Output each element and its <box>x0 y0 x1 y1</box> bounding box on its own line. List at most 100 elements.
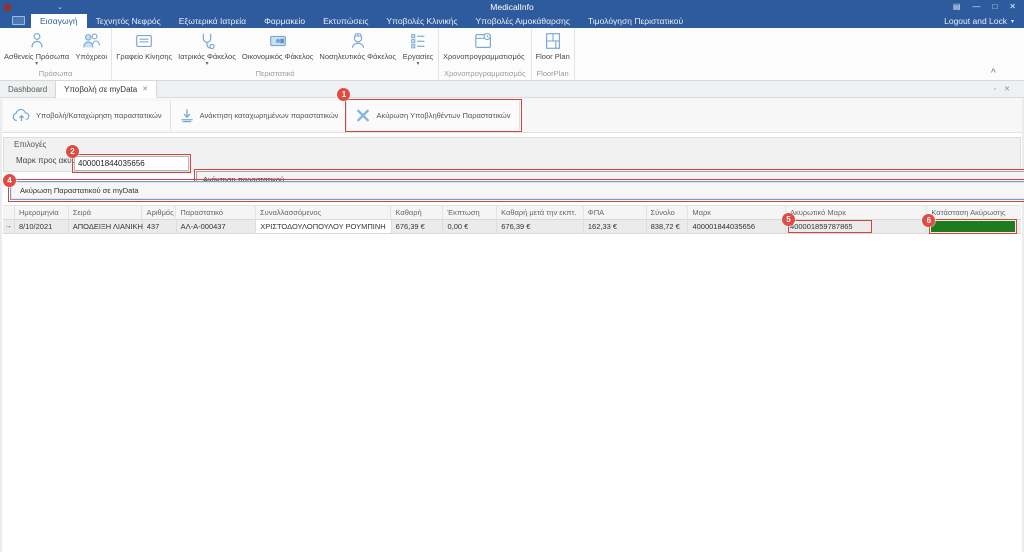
column-header[interactable]: Αριθμός <box>142 205 176 220</box>
content-area: Υποβολή/Καταχώρηση παραστατικών Ανάκτηση… <box>0 98 1024 552</box>
column-header[interactable]: ΦΠΑ <box>584 205 647 220</box>
tab-ypovoli-se-mydata[interactable]: Υποβολή σε myData ✕ <box>56 81 157 98</box>
button-label: Ακύρωση Παραστατικού σε myData <box>20 186 139 195</box>
button-label: Ανάκτηση καταχωρημένων παραστατικών <box>200 111 339 120</box>
floor-plan-icon <box>543 31 563 51</box>
document-tab-bar: Dashboard Υποβολή σε myData ✕ ◦ ✕ <box>0 81 1024 98</box>
column-header[interactable]: Συναλλασσόμενος <box>256 205 391 220</box>
grafeio-kinisis-button[interactable]: Γραφείο Κίνησης <box>113 28 175 69</box>
schedule-calendar-icon <box>473 31 495 51</box>
column-header[interactable]: Ημερομηνία <box>15 205 69 220</box>
cancel-submitted-invoices-button[interactable]: 1 Ακύρωση Υποβληθέντων Παραστατικών <box>347 101 519 130</box>
tab-farmakeio[interactable]: Φαρμακείο <box>255 14 314 28</box>
collapse-ribbon-icon[interactable]: ^ <box>991 67 996 77</box>
mark-to-cancel-input[interactable] <box>74 156 189 171</box>
scheduling-button[interactable]: Χρονοπρογραμματισμός <box>440 28 528 69</box>
person-icon <box>27 31 47 51</box>
logout-and-lock-button[interactable]: Logout and Lock ▾ <box>944 14 1024 28</box>
cell-mark[interactable]: 400001844035656 <box>688 220 786 234</box>
cell-arithmos[interactable]: 437 <box>143 220 177 234</box>
cell-ekptosi[interactable]: 0,00 € <box>443 220 497 234</box>
button-label: Ιατρικός Φάκελος <box>178 52 236 61</box>
cell-imerominia[interactable]: 8/10/2021 <box>15 220 69 234</box>
cell-synolo[interactable]: 838,72 € <box>647 220 689 234</box>
caret-down-icon: ▾ <box>35 61 38 68</box>
button-label: Γραφείο Κίνησης <box>116 52 172 61</box>
minimize-icon[interactable]: — <box>972 3 980 11</box>
caret-down-icon: ▾ <box>205 61 208 68</box>
logout-label: Logout and Lock <box>944 16 1007 26</box>
ribbon-group-xronoprogrammatismos: Χρονοπρογραμματισμός Χρονοπρογραμματισμό… <box>439 28 532 80</box>
options-panel-title: Επιλογές <box>14 140 46 149</box>
button-label: Οικονομικός Φάκελος <box>242 52 314 61</box>
tab-ypovoles-klinikis[interactable]: Υποβολές Κλινικής <box>377 14 466 28</box>
cell-synallassomenos[interactable]: ΧΡΙΣΤΟΔΟΥΛΟΠΟΥΛΟΥ ΡΟΥΜΠΙΝΗ <box>256 220 391 234</box>
column-header[interactable]: Καθαρή μετά την εκπτ. <box>497 205 584 220</box>
restore-icon[interactable]: □ <box>992 3 997 11</box>
ribbon-group-prosopa: Ασθενείς Πρόσωπα ▾ Υπόχρεοι Πρόσωπα <box>0 28 112 80</box>
ergasies-button[interactable]: Εργασίες ▾ <box>399 28 437 69</box>
annotation-badge-4: 4 <box>3 174 16 187</box>
medicalinfo-window: ⌄ MedicalInfo ▤ — □ ✕ Εισαγωγή Τεχνητός … <box>0 0 1024 552</box>
invoices-grid: Ημερομηνία Σειρά Αριθμός Παραστατικό Συν… <box>3 205 1021 234</box>
column-header[interactable]: Κατάσταση Ακύρωσης <box>927 205 1021 220</box>
floor-plan-button[interactable]: Floor Plan <box>533 28 573 69</box>
grid-header-row: Ημερομηνία Σειρά Αριθμός Παραστατικό Συν… <box>3 205 1021 220</box>
tab-ypovoles-aimokatharsis[interactable]: Υποβολές Αιμοκάθαρσης <box>467 14 579 28</box>
application-menu-icon[interactable] <box>12 16 25 25</box>
dock-menu-icon[interactable]: ◦ <box>994 86 996 93</box>
column-header[interactable]: Έκπτωση <box>443 205 497 220</box>
table-row[interactable]: → 8/10/2021 ΑΠΟΔΕΙΞΗ ΛΙΑΝΙΚΗΣ ΣΕΙΡΑ 437 … <box>3 220 1021 234</box>
cancellation-mark-value: 400001859787865 <box>790 222 870 231</box>
tab-exoterika-iatreia[interactable]: Εξωτερικά Ιατρεία <box>170 14 255 28</box>
column-header[interactable]: Καθαρή <box>391 205 443 220</box>
iatrikos-fakelos-button[interactable]: Ιατρικός Φάκελος ▾ <box>175 28 239 69</box>
oikonomikos-fakelos-button[interactable]: Οικονομικός Φάκελος <box>239 28 317 69</box>
cloud-upload-icon <box>12 108 31 123</box>
column-header[interactable]: Σειρά <box>69 205 143 220</box>
caret-down-icon: ▾ <box>416 61 419 68</box>
column-header[interactable]: Σύνολο <box>647 205 689 220</box>
ypochreoi-button[interactable]: Υπόχρεοι <box>72 28 110 69</box>
tab-eisagogi[interactable]: Εισαγωγή <box>31 14 87 28</box>
nosileftikos-fakelos-button[interactable]: Νοσηλευτικός Φάκελος <box>316 28 399 69</box>
tab-texnitos-nefros[interactable]: Τεχνητός Νεφρός <box>87 14 170 28</box>
window-title: MedicalInfo <box>0 2 1024 12</box>
button-label: Floor Plan <box>536 52 570 61</box>
cell-kathari-meta[interactable]: 676,39 € <box>497 220 584 234</box>
tab-timologisi-peristatikou[interactable]: Τιμολόγηση Περιστατικού <box>579 14 692 28</box>
row-indicator-header <box>3 205 15 220</box>
group-label-peristatiko: Περιστατικό <box>113 69 437 80</box>
column-header[interactable]: Παραστατικό <box>176 205 256 220</box>
column-header[interactable]: Μαρκ <box>688 205 786 220</box>
cell-kathari[interactable]: 676,39 € <box>392 220 444 234</box>
row-indicator: → <box>3 220 15 234</box>
close-icon[interactable]: ✕ <box>1009 3 1016 11</box>
mydata-toolbar: Υποβολή/Καταχώρηση παραστατικών Ανάκτηση… <box>2 98 1022 133</box>
movement-office-icon <box>134 31 154 51</box>
cell-parastatiko[interactable]: ΑΛ-Α-000437 <box>177 220 257 234</box>
submit-invoices-button[interactable]: Υποβολή/Καταχώρηση παραστατικών <box>4 101 171 130</box>
cancel-invoice-mydata-button[interactable]: 4 Ακύρωση Παραστατικού σε myData <box>10 181 1024 200</box>
button-label: Υπόχρεοι <box>75 52 107 61</box>
close-document-icon[interactable]: ✕ <box>1004 85 1010 93</box>
tab-ektyposeis[interactable]: Εκτυπώσεις <box>314 14 377 28</box>
stethoscope-icon <box>197 31 217 51</box>
annotation-badge-1: 1 <box>337 88 350 101</box>
patients-persons-button[interactable]: Ασθενείς Πρόσωπα ▾ <box>1 28 72 69</box>
cell-akyrotiko-mark[interactable]: 400001859787865 5 <box>786 220 927 234</box>
title-bar: ⌄ MedicalInfo ▤ — □ ✕ <box>0 0 1024 14</box>
tab-dashboard[interactable]: Dashboard <box>0 81 56 97</box>
close-tab-icon[interactable]: ✕ <box>142 85 148 93</box>
ribbon: Ασθενείς Πρόσωπα ▾ Υπόχρεοι Πρόσωπα <box>0 28 1024 81</box>
switch-window-icon[interactable]: ▤ <box>953 3 961 11</box>
tab-label: Υποβολή σε myData <box>64 85 137 94</box>
cell-fpa[interactable]: 162,33 € <box>584 220 647 234</box>
retrieve-registered-invoices-button[interactable]: Ανάκτηση καταχωρημένων παραστατικών <box>171 101 348 130</box>
group-label-prosopa: Πρόσωπα <box>1 69 110 80</box>
column-header[interactable]: Ακυρωτικό Μαρκ <box>786 205 927 220</box>
cell-seira[interactable]: ΑΠΟΔΕΙΞΗ ΛΙΑΝΙΚΗΣ ΣΕΙΡΑ <box>69 220 143 234</box>
money-icon <box>268 31 288 51</box>
cell-katastasi-akyrosis[interactable]: 6 <box>927 220 1021 234</box>
annotation-badge-2: 2 <box>66 145 79 158</box>
